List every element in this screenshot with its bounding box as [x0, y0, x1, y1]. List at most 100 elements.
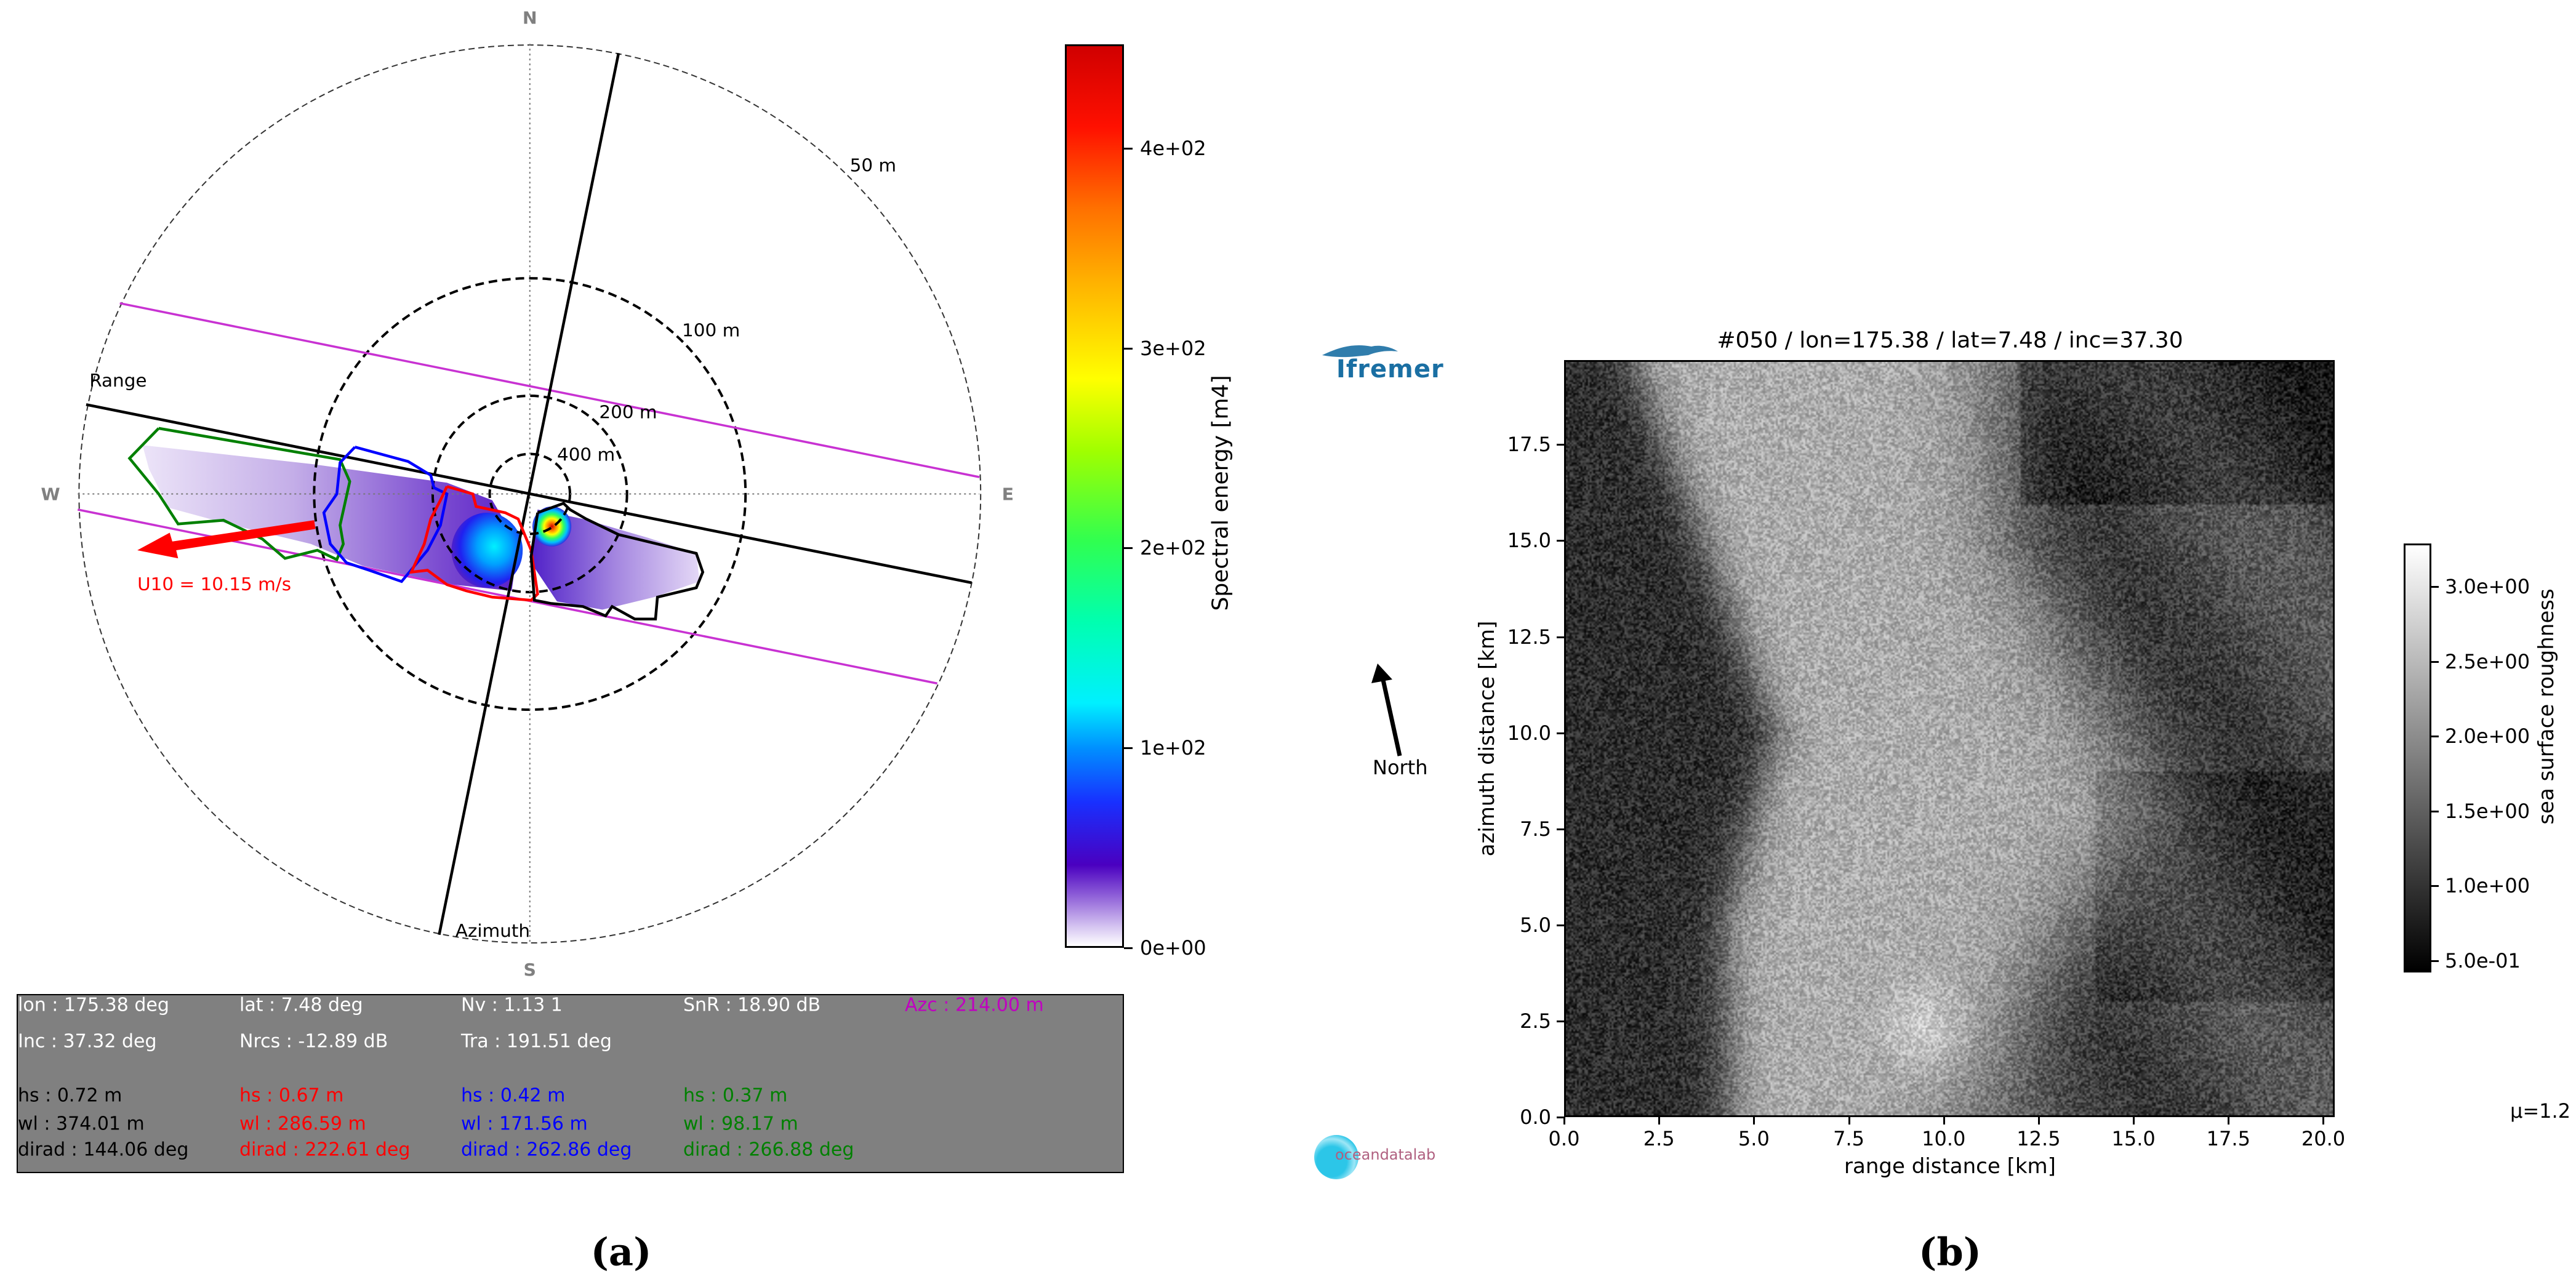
y-tick-label: 7.5: [1520, 817, 1551, 841]
x-tick-label: 20.0: [2301, 1127, 2346, 1150]
y-tick: [1557, 540, 1564, 542]
roughness-colorbar-tick-label: 1.0e+00: [2445, 874, 2530, 898]
x-tick-label: 2.5: [1643, 1127, 1675, 1150]
x-tick-label: 5.0: [1738, 1127, 1770, 1150]
colorbar-tick-label: 2e+02: [1140, 536, 1206, 560]
colorbar-tick: [1124, 347, 1133, 350]
colorbar-tick-label: 4e+02: [1140, 136, 1206, 160]
y-tick: [1557, 1117, 1564, 1118]
roughness-colorbar-tick: [2431, 586, 2439, 588]
x-tick-label: 10.0: [1922, 1127, 1966, 1150]
spectral-energy-colorbar-label: Spectral energy [m4]: [1208, 375, 1234, 611]
panel-label-a: (a): [590, 1229, 652, 1275]
compass-e: E: [1002, 484, 1014, 504]
colorbar-tick: [1124, 747, 1133, 750]
sar-title: #050 / lon=175.38 / lat=7.48 / inc=37.30: [1717, 327, 2183, 353]
y-tick-label: 17.5: [1507, 433, 1551, 457]
y-tick: [1557, 732, 1564, 734]
roughness-colorbar-tick: [2431, 810, 2439, 812]
info-row1-item: lon : 175.38 deg: [18, 994, 169, 1016]
x-tick: [1753, 1117, 1755, 1125]
mean-annotation: μ=1.2: [2510, 1099, 2571, 1123]
colorbar-tick: [1124, 947, 1133, 949]
info-row1-item: lat : 7.48 deg: [239, 994, 363, 1016]
colorbar-tick-label: 3e+02: [1140, 336, 1206, 360]
partition-hs: hs : 0.72 m: [18, 1085, 122, 1107]
ring-label-50m: 50 m: [850, 155, 897, 175]
roughness-colorbar-tick-label: 1.5e+00: [2445, 799, 2530, 823]
partition-wl: wl : 286.59 m: [239, 1113, 366, 1135]
roughness-colorbar-tick-label: 2.5e+00: [2445, 649, 2530, 673]
y-tick-label: 15.0: [1507, 529, 1551, 553]
y-tick-label: 2.5: [1520, 1009, 1551, 1033]
info-row1-item: Azc : 214.00 m: [905, 994, 1044, 1016]
info-row2-item: Nrcs : -12.89 dB: [239, 1030, 388, 1052]
colorbar-tick-label: 1e+02: [1140, 736, 1206, 760]
y-tick: [1557, 1020, 1564, 1022]
roughness-colorbar-tick-label: 2.0e+00: [2445, 724, 2530, 748]
x-tick-label: 15.0: [2111, 1127, 2156, 1150]
x-tick: [2133, 1117, 2135, 1125]
wind-speed-label: U10 = 10.15 m/s: [137, 574, 291, 594]
ifremer-logo: Ifremer: [1319, 337, 1444, 386]
partition-wl: wl : 171.56 m: [461, 1113, 588, 1135]
roughness-colorbar-tick: [2431, 885, 2439, 888]
x-tick-label: 0.0: [1548, 1127, 1580, 1150]
spectral-energy-colorbar: [1065, 44, 1124, 948]
sar-xlabel: range distance [km]: [1844, 1154, 2056, 1179]
north-label: North: [1373, 756, 1428, 779]
partition-dirad: dirad : 262.86 deg: [461, 1139, 632, 1161]
oceandatalab-text: oceandatalab: [1335, 1146, 1436, 1163]
partition-hs: hs : 0.37 m: [683, 1085, 788, 1107]
range-label: Range: [89, 370, 146, 390]
panel-label-b: (b): [1918, 1229, 1982, 1275]
partition-dirad: dirad : 222.61 deg: [239, 1139, 411, 1161]
sar-roughness-image: [1564, 360, 2335, 1117]
y-tick-label: 5.0: [1520, 913, 1551, 937]
colorbar-tick: [1124, 147, 1133, 150]
x-tick: [1848, 1117, 1850, 1125]
ring-label-200m: 200 m: [599, 402, 657, 422]
partition-dirad: dirad : 266.88 deg: [683, 1139, 854, 1161]
ifremer-logo-text: Ifremer: [1336, 355, 1444, 383]
roughness-colorbar-tick-label: 3.0e+00: [2445, 575, 2530, 599]
sar-ylabel: azimuth distance [km]: [1475, 620, 1499, 857]
y-tick: [1557, 636, 1564, 638]
ring-label-400m: 400 m: [557, 444, 615, 465]
x-tick: [1658, 1117, 1661, 1125]
roughness-colorbar-tick: [2431, 960, 2439, 962]
roughness-colorbar-tick-label: 5.0e-01: [2445, 948, 2521, 972]
roughness-colorbar: [2404, 543, 2431, 972]
info-row2-item: Inc : 37.32 deg: [18, 1030, 157, 1052]
colorbar-tick: [1124, 547, 1133, 550]
x-tick-label: 17.5: [2206, 1127, 2250, 1150]
info-row1-item: SnR : 18.90 dB: [683, 994, 821, 1016]
y-tick: [1557, 828, 1564, 830]
x-tick: [2322, 1117, 2325, 1125]
north-arrow-icon: [1371, 664, 1402, 756]
y-tick-label: 10.0: [1507, 721, 1551, 745]
compass-w: W: [41, 484, 60, 504]
partition-wl: wl : 98.17 m: [683, 1113, 798, 1135]
x-tick-label: 12.5: [2016, 1127, 2061, 1150]
roughness-colorbar-tick: [2431, 660, 2439, 663]
y-tick: [1557, 444, 1564, 446]
ring-label-100m: 100 m: [682, 320, 740, 340]
x-tick: [2037, 1117, 2040, 1125]
info-row1-item: Nv : 1.13 1: [461, 994, 563, 1016]
y-tick-label: 12.5: [1507, 625, 1551, 649]
y-tick: [1557, 924, 1564, 926]
partition-wl: wl : 374.01 m: [18, 1113, 145, 1135]
polar-spectrum-plot: N S W E 50 m 100 m 200 m 400 m Range Azi…: [41, 8, 1014, 980]
parameters-panel: lon : 175.38 deg lat : 7.48 deg Nv : 1.13 …: [17, 994, 1124, 1173]
info-row2-item: Tra : 191.51 deg: [461, 1030, 612, 1052]
x-tick: [1943, 1117, 1945, 1125]
partition-dirad: dirad : 144.06 deg: [18, 1139, 189, 1161]
compass-s: S: [524, 960, 536, 979]
colorbar-tick-label: 0e+00: [1140, 936, 1206, 960]
compass-n: N: [523, 8, 537, 28]
x-tick-label: 7.5: [1833, 1127, 1864, 1150]
y-tick-label: 0.0: [1520, 1105, 1551, 1129]
roughness-colorbar-tick: [2431, 736, 2439, 738]
roughness-colorbar-label: sea surface roughness: [2534, 588, 2559, 825]
